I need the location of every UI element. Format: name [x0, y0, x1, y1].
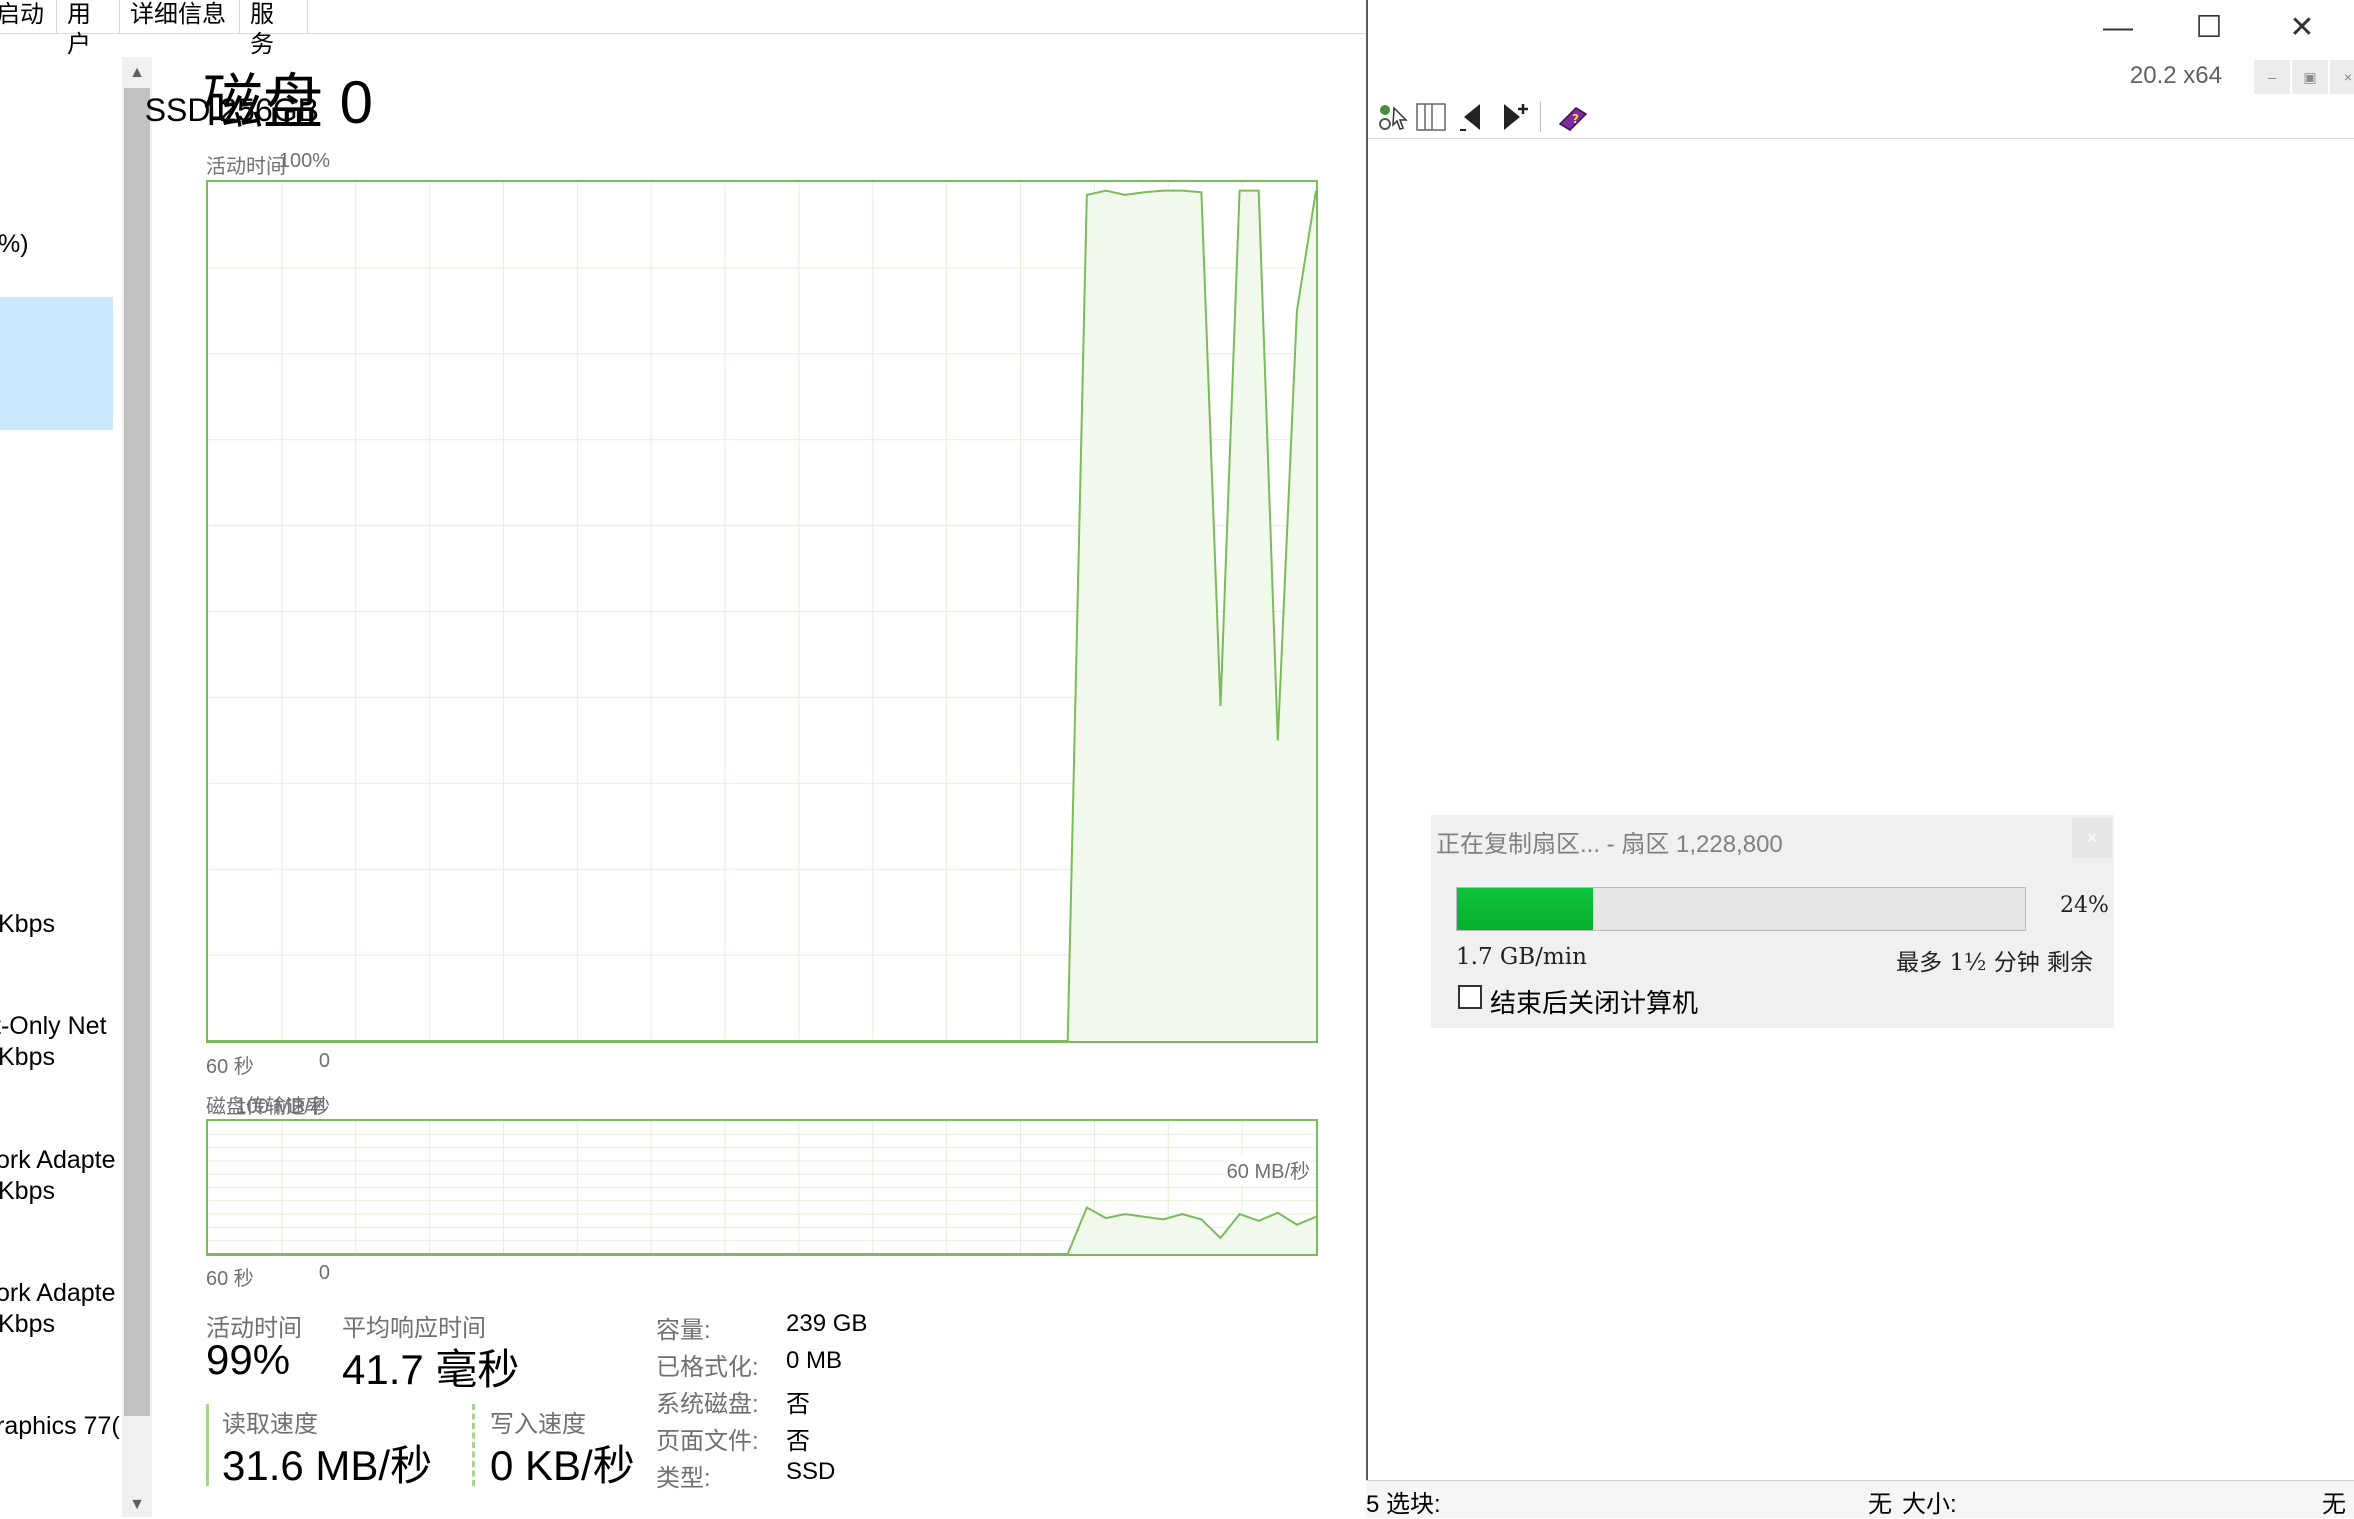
sidebar-item-text[interactable]: ork Adapte: [0, 1146, 116, 1175]
status-bar: [1366, 1480, 2354, 1518]
sidebar-item-text[interactable]: t-Only Net: [0, 1012, 107, 1041]
graph2-time-left: 60 秒: [206, 1268, 254, 1290]
progress-percent: 24%: [2060, 893, 2109, 918]
prop-type-key: 类型:: [656, 1465, 711, 1492]
copy-progress-bar: [1456, 887, 2026, 931]
inner-restore-icon[interactable]: ▣: [2292, 60, 2328, 94]
disk-clone-window: — ☐ ✕ 20.2 x64 – ▣ × ?: [1366, 0, 2354, 1517]
prop-page-file-key: 页面文件:: [656, 1428, 759, 1455]
help-book-icon[interactable]: ?: [1556, 100, 1590, 134]
version-label: 20.2 x64: [2129, 62, 2222, 89]
toolbar-separator: [1540, 102, 1541, 132]
sidebar-item-text[interactable]: Kbps: [0, 1310, 55, 1339]
svg-text:?: ?: [1572, 112, 1579, 126]
write-speed-value: 0 KB/秒: [490, 1442, 635, 1489]
scroll-up-icon[interactable]: ▲: [122, 58, 152, 88]
back-arrow-icon[interactable]: [1456, 100, 1490, 134]
sidebar-item-text[interactable]: Kbps: [0, 1177, 55, 1206]
sidebar-item-text[interactable]: Kbps: [0, 910, 55, 939]
sidebar-item-text[interactable]: raphics 77(: [0, 1412, 120, 1441]
active-time-chart: [208, 182, 1316, 1041]
prop-page-file-value: 否: [786, 1428, 810, 1455]
task-manager-window: 启动 用户 详细信息 服务 %) Kbps t-Only Net Kbps or…: [0, 0, 1366, 1517]
tab-bar: 启动 用户 详细信息 服务: [0, 0, 1366, 58]
status-size-value: 无: [2322, 1491, 2346, 1518]
graph-time-right: 0: [318, 1050, 330, 1072]
active-time-graph-label: 活动时间: [206, 156, 286, 178]
minimize-icon[interactable]: —: [2088, 10, 2148, 46]
write-speed-divider: [472, 1404, 475, 1486]
active-time-graph: [206, 180, 1318, 1043]
maximize-icon[interactable]: ☐: [2179, 10, 2239, 46]
sidebar-item-text[interactable]: ork Adapte: [0, 1279, 116, 1308]
prop-capacity-value: 239 GB: [786, 1310, 868, 1337]
status-size-label: 大小:: [1902, 1491, 1957, 1518]
sidebar-scrollbar-thumb[interactable]: [124, 88, 150, 1416]
inner-close-icon[interactable]: ×: [2330, 60, 2354, 94]
progress-dialog-title: 正在复制扇区... - 扇区 1,228,800: [1436, 831, 1783, 858]
active-time-value: 99%: [206, 1336, 291, 1383]
shutdown-checkbox[interactable]: [1458, 985, 1482, 1009]
transfer-graph-max: 100 MB/秒: [235, 1096, 330, 1118]
prop-capacity-key: 容量:: [656, 1317, 711, 1344]
column-view-icon[interactable]: [1414, 100, 1448, 134]
progress-bar-fill: [1457, 888, 1594, 930]
dialog-close-icon[interactable]: ×: [2072, 818, 2112, 858]
prop-formatted-value: 0 MB: [786, 1347, 843, 1374]
read-speed-value: 31.6 MB/秒: [222, 1442, 433, 1489]
tab-services[interactable]: 服务: [240, 0, 308, 58]
time-remaining: 最多 1½ 分钟 剩余: [1896, 950, 2093, 976]
scroll-down-icon[interactable]: ▼: [122, 1490, 152, 1517]
prop-formatted-key: 已格式化:: [656, 1354, 759, 1381]
prop-system-disk-value: 否: [786, 1391, 810, 1418]
transfer-rate-chart: [208, 1121, 1316, 1254]
transfer-graph-mark: 60 MB/秒: [1224, 1155, 1312, 1184]
status-block-label: 5 选块:: [1366, 1491, 1441, 1518]
tab-startup[interactable]: 启动: [0, 0, 57, 33]
graph2-time-right: 0: [318, 1262, 330, 1284]
tab-users[interactable]: 用户: [57, 0, 120, 58]
sidebar-item-text[interactable]: %): [0, 230, 29, 259]
prop-system-disk-key: 系统磁盘:: [656, 1391, 759, 1418]
tab-details[interactable]: 详细信息: [120, 0, 240, 33]
prop-type-value: SSD: [786, 1458, 836, 1485]
inner-minimize-icon[interactable]: –: [2254, 60, 2290, 94]
copy-speed: 1.7 GB/min: [1456, 944, 1587, 970]
close-icon[interactable]: ✕: [2272, 10, 2332, 46]
select-tool-icon[interactable]: [1376, 100, 1410, 134]
sidebar-item-selected[interactable]: [0, 297, 113, 430]
response-time-value: 41.7 毫秒: [342, 1346, 520, 1393]
transfer-rate-graph: 60 MB/秒: [206, 1119, 1318, 1256]
disk-model: SSD 256GB: [144, 92, 319, 128]
toolbar: ?: [1368, 96, 2354, 139]
graph-time-left: 60 秒: [206, 1056, 254, 1078]
active-time-graph-max: 100%: [278, 150, 330, 172]
forward-add-icon[interactable]: [1496, 100, 1530, 134]
read-speed-divider: [206, 1404, 209, 1486]
status-block-value: 无: [1868, 1491, 1892, 1518]
shutdown-checkbox-label[interactable]: 结束后关闭计算机: [1490, 983, 1698, 1020]
graph-area: [208, 190, 1316, 1041]
sidebar-item-text[interactable]: Kbps: [0, 1043, 55, 1072]
